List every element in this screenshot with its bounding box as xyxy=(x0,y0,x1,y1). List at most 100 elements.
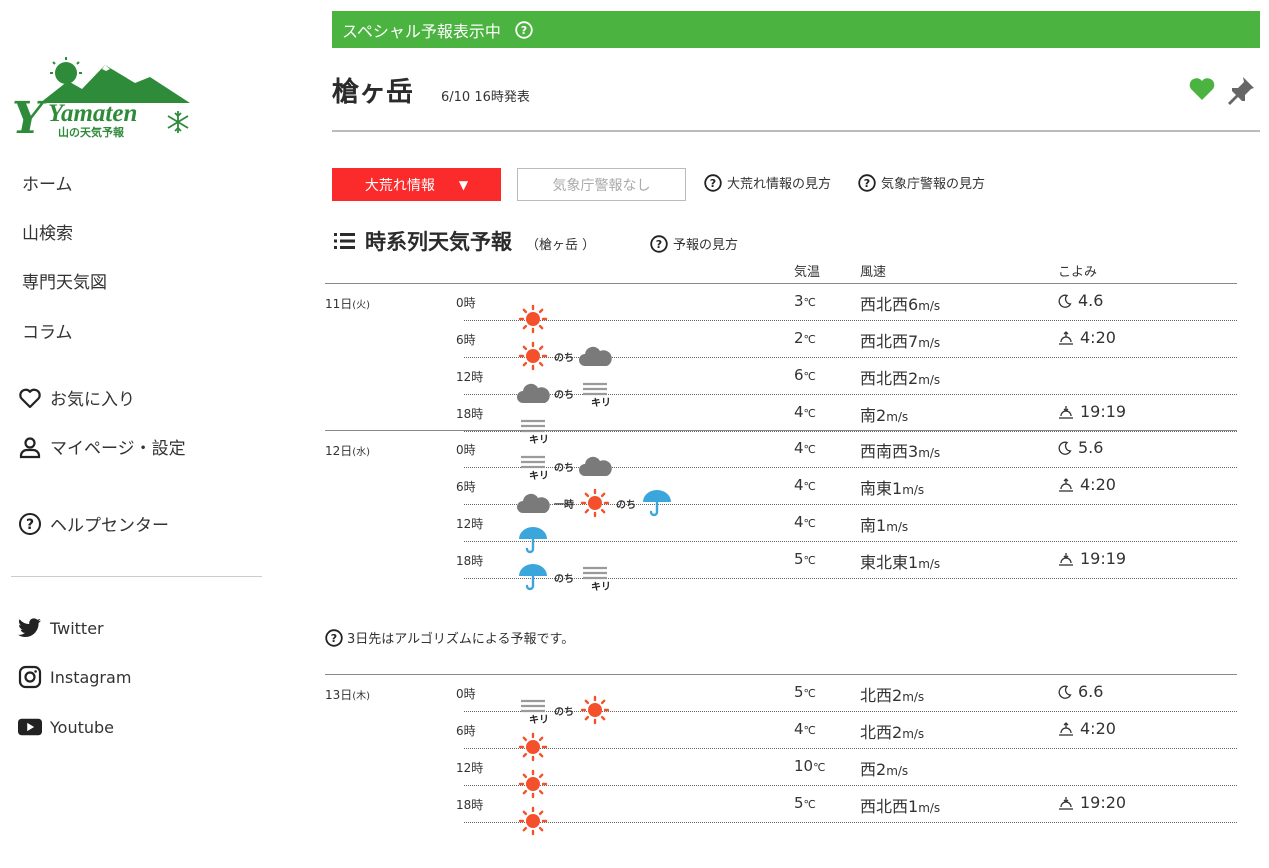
forecast-temp: 4℃ xyxy=(794,439,816,457)
sidebar-link-youtube[interactable]: Youtube xyxy=(18,715,114,739)
weather-icons xyxy=(516,304,550,334)
forecast-time: 6時 xyxy=(456,724,476,738)
forecast-time: 12時 xyxy=(456,370,484,384)
sidebar-item-mountain-search[interactable]: 山検索 xyxy=(22,219,73,244)
fog-label: キリ xyxy=(529,435,549,446)
forecast-temp: 5℃ xyxy=(794,794,816,812)
forecast-time: 12時 xyxy=(456,761,484,775)
forecast-time: 0時 xyxy=(456,443,476,457)
fog-label: キリ xyxy=(529,715,549,726)
day-label: 11日(火) xyxy=(325,297,371,311)
sidebar-item-label: Instagram xyxy=(50,667,132,687)
forecast-temp: 4℃ xyxy=(794,403,816,421)
sidebar-item-label: 山検索 xyxy=(22,224,73,244)
jma-warning-button[interactable]: 気象庁警報なし xyxy=(517,168,686,201)
pin-icon[interactable] xyxy=(1225,74,1257,110)
storm-info-label: 大荒れ情報 xyxy=(364,177,435,194)
weather-icons: 一時 のち xyxy=(516,488,674,518)
svg-text:山の天気予報: 山の天気予報 xyxy=(58,125,125,139)
forecast-wind: 北西2m/s xyxy=(860,723,925,742)
day-label: 12日(水) xyxy=(325,444,371,458)
fog-label: キリ xyxy=(529,471,549,482)
row-divider xyxy=(464,785,1237,786)
sidebar-item-label: ホーム xyxy=(22,175,73,195)
weather-connector-label: のち xyxy=(554,573,574,585)
sunrise-icon xyxy=(1058,721,1074,736)
weather-icons: キリ のち xyxy=(516,451,612,482)
svg-text:?: ? xyxy=(521,24,527,37)
section-title: 時系列天気予報 （槍ヶ岳 ） xyxy=(334,226,595,256)
user-icon xyxy=(18,435,42,459)
forecast-temp: 3℃ xyxy=(794,292,816,310)
sidebar-link-twitter[interactable]: Twitter xyxy=(18,616,104,640)
moon-icon xyxy=(1058,441,1072,455)
forecast-time: 18時 xyxy=(456,407,484,421)
forecast-time: 6時 xyxy=(456,480,476,494)
forecast-help-link[interactable]: ? 予報の見方 xyxy=(650,234,738,253)
weather-connector-label: のち xyxy=(554,706,574,718)
fog-icon: キリ xyxy=(516,695,550,726)
sidebar-link-instagram[interactable]: Instagram xyxy=(18,665,131,689)
forecast-time: 0時 xyxy=(456,296,476,310)
forecast-temp: 10℃ xyxy=(794,757,826,775)
sun-icon xyxy=(578,488,612,518)
forecast-wind: 北西2m/s xyxy=(860,686,925,705)
sidebar-item-favorites[interactable]: お気に入り xyxy=(18,385,135,410)
forecast-time: 18時 xyxy=(456,798,484,812)
help-circle-icon: ? xyxy=(858,173,876,192)
page-title: 槍ヶ岳 xyxy=(332,77,413,108)
special-forecast-banner: スペシャル予報表示中 ? xyxy=(332,11,1260,48)
svg-text:?: ? xyxy=(864,177,870,190)
weather-connector-label: のち xyxy=(616,499,636,511)
storm-info-help-link[interactable]: ? 大荒れ情報の見方 xyxy=(704,173,831,192)
weather-icons xyxy=(516,806,550,836)
column-header-calendar: こよみ xyxy=(1058,265,1098,280)
moon-icon xyxy=(1058,294,1072,308)
help-link-label: 予報の見方 xyxy=(673,238,739,253)
row-divider xyxy=(464,431,1237,432)
sidebar-item-weather-map[interactable]: 専門天気図 xyxy=(22,268,107,293)
cloud-icon xyxy=(516,488,550,518)
help-circle-icon[interactable]: ? xyxy=(515,20,533,39)
sidebar-item-help[interactable]: ? ヘルプセンター xyxy=(18,511,169,536)
sidebar-item-label: Twitter xyxy=(50,618,104,638)
youtube-icon xyxy=(18,715,42,739)
jma-warning-help-link[interactable]: ? 気象庁警報の見方 xyxy=(858,173,985,192)
help-circle-icon: ? xyxy=(704,173,722,192)
fog-icon: キリ xyxy=(516,451,550,482)
forecast-calendar: 4.6 xyxy=(1058,291,1103,310)
weather-connector-label: のち xyxy=(554,462,574,474)
favorite-heart-icon[interactable] xyxy=(1188,76,1216,106)
sunrise-icon xyxy=(1058,477,1074,492)
sidebar-item-mypage[interactable]: マイページ・設定 xyxy=(18,434,186,459)
yamaten-logo[interactable]: Y Yamaten 山の天気予報 xyxy=(10,55,195,144)
forecast-wind: 東北東1m/s xyxy=(860,553,941,572)
sidebar-item-column[interactable]: コラム xyxy=(22,318,73,343)
svg-text:?: ? xyxy=(710,177,716,190)
list-icon xyxy=(334,232,355,250)
forecast-wind: 南東1m/s xyxy=(860,479,925,498)
sunrise-icon xyxy=(1058,330,1074,345)
forecast-calendar: 6.6 xyxy=(1058,682,1103,701)
storm-info-button[interactable]: 大荒れ情報 ▼ xyxy=(332,168,501,201)
forecast-time: 6時 xyxy=(456,333,476,347)
logo-mountain-icon: Y Yamaten 山の天気予報 xyxy=(12,57,190,144)
day-divider xyxy=(325,430,1237,431)
forecast-temp: 2℃ xyxy=(794,329,816,347)
sun-icon xyxy=(578,695,612,725)
row-divider xyxy=(464,320,1237,321)
sidebar-item-label: コラム xyxy=(22,323,73,343)
help-circle-icon: ? xyxy=(325,628,343,647)
help-link-label: 気象庁警報の見方 xyxy=(881,177,986,192)
sidebar-item-home[interactable]: ホーム xyxy=(22,170,73,195)
cloud-icon xyxy=(578,451,612,481)
section-location: （槍ヶ岳 ） xyxy=(526,237,596,253)
forecast-wind: 西北西6m/s xyxy=(860,295,941,314)
help-circle-icon: ? xyxy=(18,512,42,536)
cloud-icon xyxy=(516,378,550,408)
forecast-time: 0時 xyxy=(456,687,476,701)
sun-icon xyxy=(516,304,550,334)
sidebar-divider xyxy=(11,576,262,577)
forecast-wind: 南1m/s xyxy=(860,516,909,535)
weather-icons xyxy=(516,769,550,799)
